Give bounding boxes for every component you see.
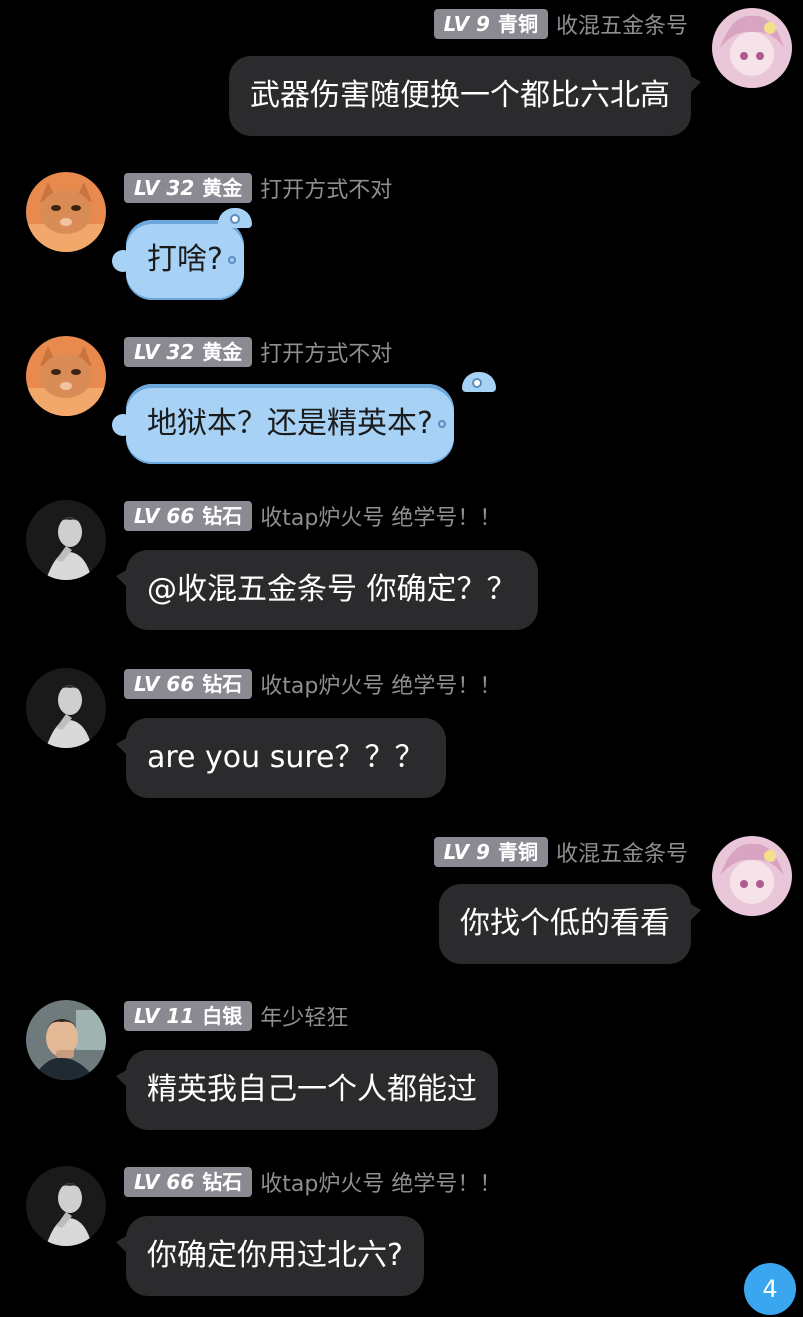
fish-message-bubble[interactable]: 地狱本？还是精英本? — [112, 372, 496, 464]
fish-message-bubble[interactable]: 打啥? — [112, 208, 252, 300]
level-badge: LV 66 钻石 — [124, 1167, 253, 1197]
level-badge: LV 9 青铜 — [433, 9, 548, 39]
message-meta: LV 32 黄金 打开方式不对 — [124, 336, 392, 368]
message-meta: LV 9 青铜 收混五金条号 — [433, 8, 688, 40]
chat-list: LV 9 青铜 收混五金条号 武器伤害随便换一个都比六北高 LV 32 黄金 打开方… — [0, 0, 803, 1317]
man-photo-avatar[interactable] — [26, 1000, 106, 1080]
message-text: 打啥? — [147, 242, 223, 277]
message-meta: LV 11 白银 年少轻狂 — [124, 1000, 348, 1032]
level-badge: LV 32 黄金 — [124, 173, 253, 203]
username[interactable]: 年少轻狂 — [260, 1000, 348, 1032]
man-bw-avatar[interactable] — [26, 1166, 106, 1246]
level-badge: LV 32 黄金 — [124, 337, 253, 367]
level-badge: LV 9 青铜 — [433, 837, 548, 867]
fish-eye-decoration — [472, 378, 482, 388]
message-meta: LV 9 青铜 收混五金条号 — [433, 836, 688, 868]
username[interactable]: 打开方式不对 — [260, 172, 392, 204]
level-badge: LV 66 钻石 — [124, 501, 253, 531]
fish-eye-decoration — [230, 214, 240, 224]
message-bubble[interactable]: 武器伤害随便换一个都比六北高 — [229, 56, 701, 136]
username[interactable]: 打开方式不对 — [260, 336, 392, 368]
message-bubble[interactable]: 你确定你用过北六? — [116, 1216, 424, 1296]
message-meta: LV 66 钻石 收tap炉火号 绝学号！！ — [124, 1166, 501, 1198]
message-text: 地狱本？还是精英本? — [147, 406, 433, 441]
message-bubble[interactable]: 精英我自己一个人都能过 — [116, 1050, 498, 1130]
message-bubble[interactable]: @收混五金条号 你确定？？ — [116, 550, 538, 630]
message-meta: LV 66 钻石 收tap炉火号 绝学号！！ — [124, 668, 501, 700]
anime-avatar[interactable] — [712, 836, 792, 916]
username[interactable]: 收tap炉火号 绝学号！！ — [260, 1166, 501, 1198]
message-meta: LV 32 黄金 打开方式不对 — [124, 172, 392, 204]
bubble-decoration — [437, 420, 446, 428]
message-meta: LV 66 钻石 收tap炉火号 绝学号！！ — [124, 500, 501, 532]
man-bw-avatar[interactable] — [26, 668, 106, 748]
level-badge: LV 11 白银 — [124, 1001, 253, 1031]
message-bubble[interactable]: are you sure？？？ — [116, 718, 446, 798]
man-bw-avatar[interactable] — [26, 500, 106, 580]
level-badge: LV 66 钻石 — [124, 669, 253, 699]
cat-avatar[interactable] — [26, 336, 106, 416]
anime-avatar[interactable] — [712, 8, 792, 88]
username[interactable]: 收混五金条号 — [556, 836, 688, 868]
cat-avatar[interactable] — [26, 172, 106, 252]
username[interactable]: 收tap炉火号 绝学号！！ — [260, 500, 501, 532]
unread-count-badge[interactable]: 4 — [744, 1263, 796, 1315]
bubble-decoration — [227, 256, 236, 264]
username[interactable]: 收混五金条号 — [556, 8, 688, 40]
username[interactable]: 收tap炉火号 绝学号！！ — [260, 668, 501, 700]
message-bubble[interactable]: 你找个低的看看 — [439, 884, 701, 964]
